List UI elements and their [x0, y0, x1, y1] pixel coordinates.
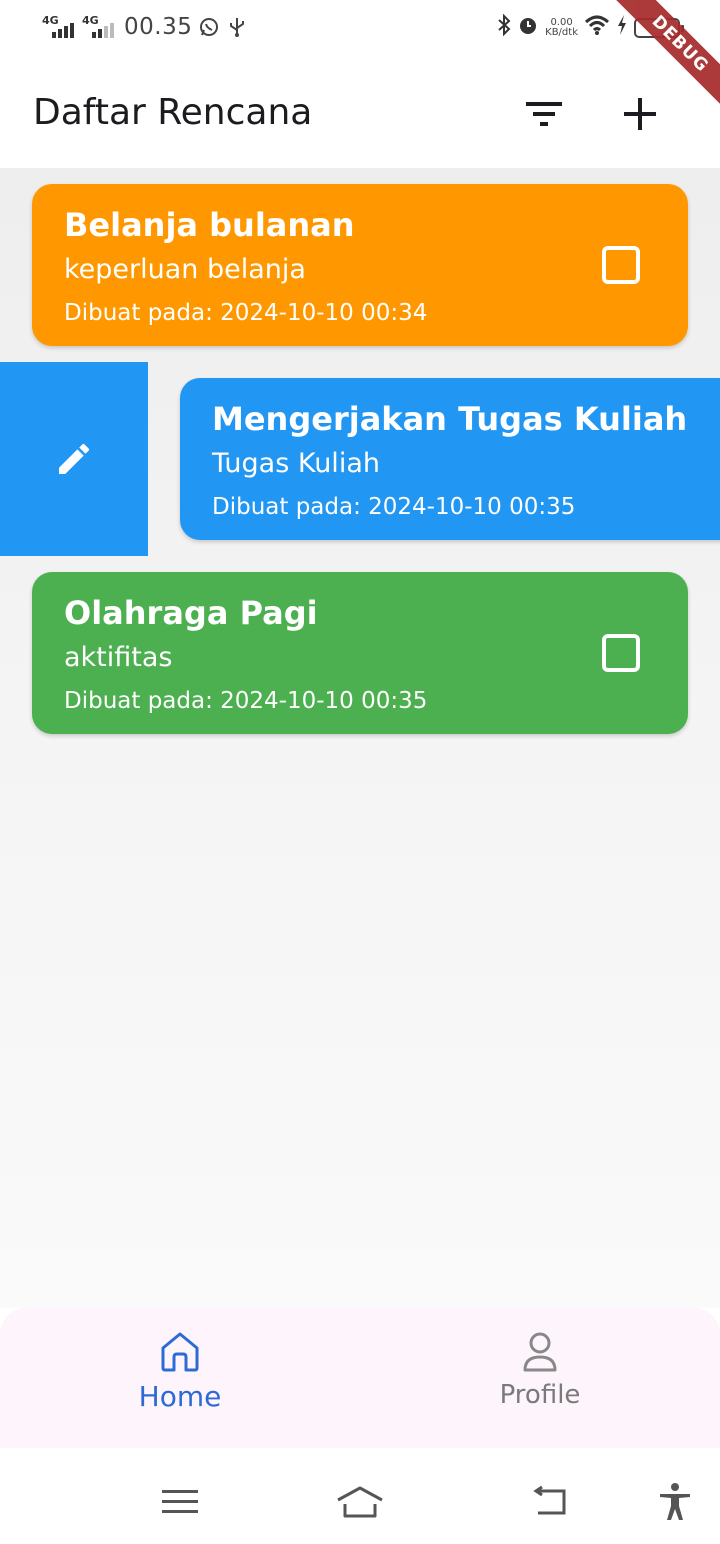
status-bar: 4G 4G 00.35 0.00 KB/dtk — [0, 0, 720, 60]
plan-description: Tugas Kuliah — [212, 448, 380, 479]
nav-item-home[interactable]: Home — [0, 1330, 360, 1430]
nav-label-profile: Profile — [499, 1380, 581, 1410]
status-time: 00.35 — [124, 14, 193, 40]
menu-icon — [162, 1490, 198, 1513]
plan-title: Olahraga Pagi — [64, 594, 318, 632]
plan-card-swiped[interactable]: Mengerjakan Tugas Kuliah Tugas Kuliah Di… — [180, 378, 720, 540]
alarm-icon — [517, 14, 539, 41]
filter-button[interactable] — [516, 86, 572, 142]
app-bar: Daftar Rencana — [0, 60, 720, 168]
plan-description: aktifitas — [64, 642, 173, 673]
system-navigation-bar — [0, 1460, 720, 1544]
speed-unit: KB/dtk — [545, 26, 578, 38]
page-title: Daftar Rencana — [33, 92, 313, 133]
nav-label-home: Home — [138, 1380, 222, 1413]
plan-checkbox[interactable] — [602, 634, 640, 672]
home-icon — [161, 1332, 199, 1372]
bottom-navigation: Home Profile — [0, 1308, 720, 1448]
back-icon — [533, 1485, 566, 1515]
recent-apps-button[interactable] — [155, 1480, 205, 1524]
usb-icon — [226, 16, 248, 38]
system-home-icon — [337, 1486, 383, 1518]
wifi-icon — [584, 14, 610, 41]
charging-icon — [616, 14, 628, 41]
plan-list: Belanja bulanan keperluan belanja Dibuat… — [0, 168, 720, 1308]
back-button[interactable] — [525, 1480, 575, 1524]
signal-1-icon: 4G — [42, 14, 76, 40]
plan-title: Belanja bulanan — [64, 206, 355, 244]
whatsapp-icon — [198, 16, 220, 38]
edit-swipe-action[interactable] — [0, 362, 148, 556]
person-icon — [523, 1332, 557, 1372]
plan-description: keperluan belanja — [64, 254, 306, 285]
signal-2-icon: 4G — [82, 14, 116, 40]
nav-item-profile[interactable]: Profile — [360, 1330, 720, 1430]
plan-title: Mengerjakan Tugas Kuliah — [212, 400, 688, 438]
plan-created-date: Dibuat pada: 2024-10-10 00:34 — [64, 300, 428, 326]
bluetooth-icon — [497, 13, 511, 41]
plan-created-date: Dibuat pada: 2024-10-10 00:35 — [64, 688, 428, 714]
add-icon — [624, 98, 656, 130]
plan-card[interactable]: Olahraga Pagi aktifitas Dibuat pada: 202… — [32, 572, 688, 734]
network-speed: 0.00 KB/dtk — [545, 16, 578, 38]
accessibility-icon — [660, 1483, 690, 1520]
edit-icon — [59, 443, 90, 474]
plan-checkbox[interactable] — [602, 246, 640, 284]
plan-card[interactable]: Belanja bulanan keperluan belanja Dibuat… — [32, 184, 688, 346]
add-button[interactable] — [612, 86, 668, 142]
accessibility-button[interactable] — [650, 1480, 700, 1524]
plan-created-date: Dibuat pada: 2024-10-10 00:35 — [212, 494, 576, 520]
speed-value: 0.00 — [550, 16, 573, 28]
filter-icon — [526, 102, 562, 126]
home-system-button[interactable] — [335, 1480, 385, 1524]
